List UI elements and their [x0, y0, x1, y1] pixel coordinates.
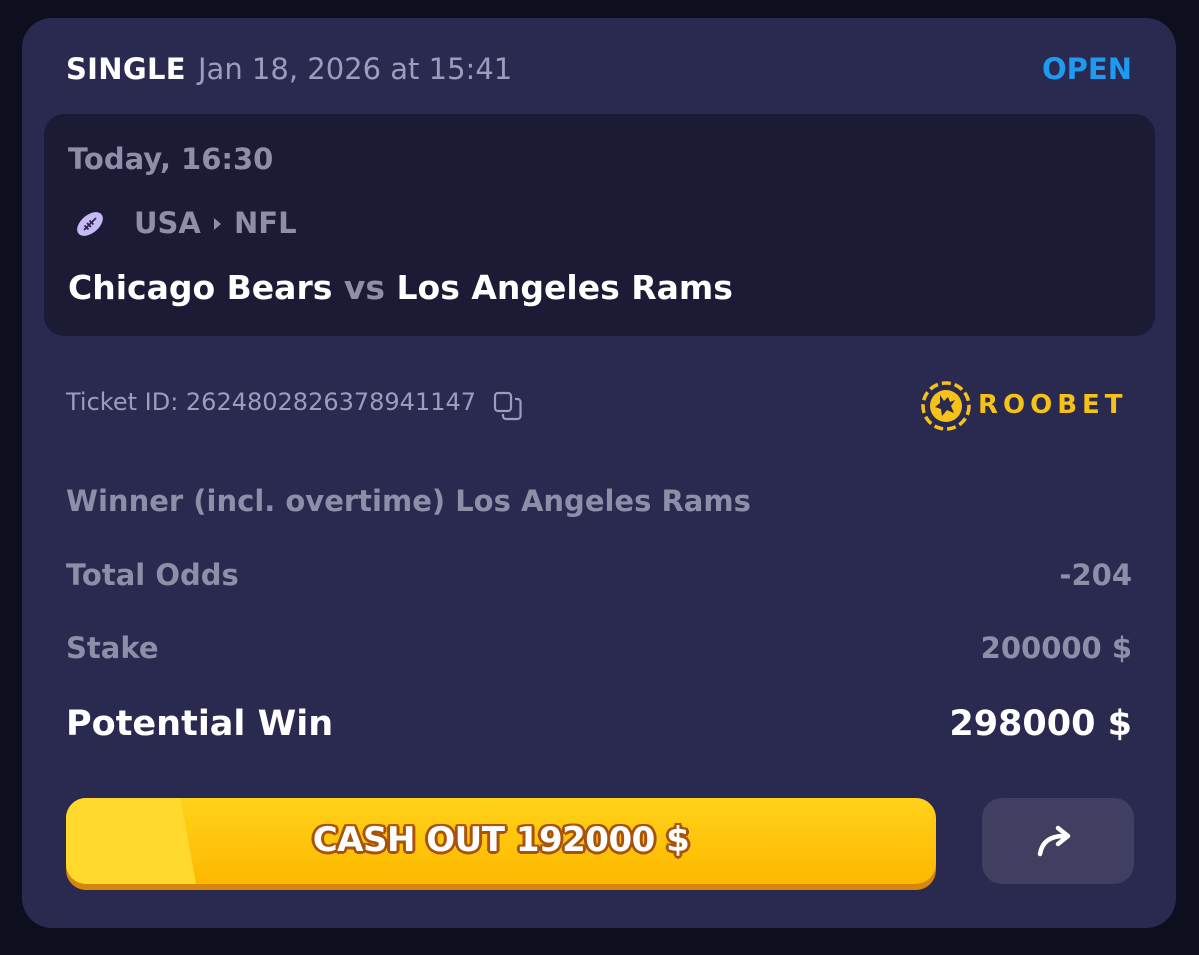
- ticket-id-label: Ticket ID:: [66, 388, 186, 416]
- bet-card: SINGLE Jan 18, 2026 at 15:41 OPEN Today,…: [22, 18, 1176, 928]
- potential-win-value: 298000 $: [949, 704, 1132, 744]
- chevron-right-icon: [214, 218, 221, 230]
- share-arrow-icon: [1037, 825, 1071, 857]
- bet-type: SINGLE: [66, 52, 186, 86]
- share-button[interactable]: [982, 798, 1134, 884]
- ticket-id-row: Ticket ID: 262480282637894​1147: [66, 388, 522, 428]
- event-matchup: Chicago Bears vs Los Angeles Rams: [68, 268, 733, 307]
- stake-label: Stake: [66, 631, 159, 665]
- vs-label: vs: [343, 268, 386, 307]
- event-time: Today, 16:30: [68, 142, 274, 176]
- potential-win-row: Potential Win 298000 $: [66, 704, 1132, 748]
- bet-status-badge: OPEN: [1042, 52, 1132, 86]
- stake-value: 200000 $: [980, 631, 1132, 665]
- total-odds-label: Total Odds: [66, 558, 239, 592]
- brand-name: ROOBET: [978, 390, 1128, 420]
- roobet-logo: ROOBET: [920, 380, 1140, 432]
- event-country: USA: [134, 206, 201, 240]
- stake-row: Stake 200000 $: [66, 631, 1132, 675]
- total-odds-row: Total Odds -204: [66, 558, 1132, 602]
- total-odds-value: -204: [1059, 558, 1132, 592]
- potential-win-label: Potential Win: [66, 704, 334, 744]
- ticket-id-value: 262480282637894​1147: [185, 388, 477, 416]
- copy-icon[interactable]: [492, 390, 524, 422]
- cash-out-label: CASH OUT 192000 $: [312, 820, 690, 860]
- bet-selection: Winner (incl. overtime) Los Angeles Rams: [66, 484, 751, 518]
- bet-header: SINGLE Jan 18, 2026 at 15:41 OPEN: [66, 48, 1132, 92]
- american-football-icon: [77, 212, 103, 236]
- bet-placed-date: Jan 18, 2026 at 15:41: [198, 52, 513, 86]
- home-team: Chicago Bears: [68, 268, 333, 307]
- event-panel[interactable]: Today, 16:30 USA NFL Chicago Bears vs Lo…: [44, 114, 1155, 336]
- away-team: Los Angeles Rams: [396, 268, 733, 307]
- event-league: NFL: [234, 206, 297, 240]
- cash-out-button[interactable]: CASH OUT 192000 $: [66, 798, 936, 884]
- roobet-kangaroo-logo-icon: [921, 381, 971, 431]
